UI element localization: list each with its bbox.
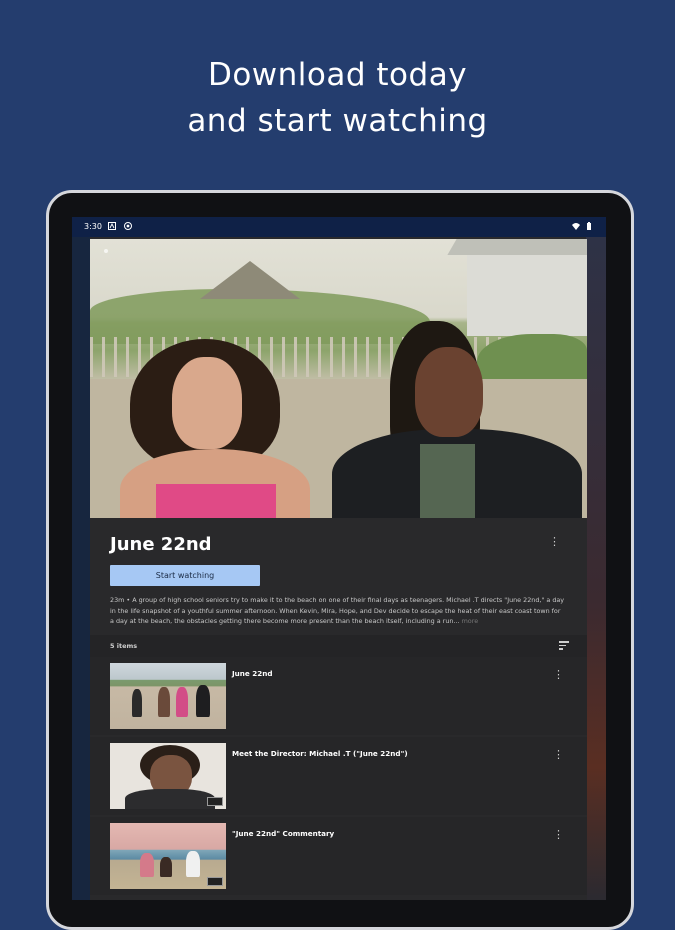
episode-title: June 22nd: [232, 669, 273, 678]
hero-house: [467, 251, 587, 336]
show-description-text: 23m • A group of high school seniors try…: [110, 596, 565, 625]
show-description: 23m • A group of high school seniors try…: [110, 595, 565, 627]
thumb-figure: [160, 857, 172, 877]
thumb-figure: [176, 687, 188, 717]
items-count: 5 items: [110, 642, 138, 650]
tablet-screen: 3:30 June 22nd ⋮ Start watching 23m • A …: [72, 217, 606, 900]
thumb-figure: [140, 853, 154, 877]
hero-image: [90, 239, 587, 518]
episode-row[interactable]: "June 22nd" Commentary ⋮: [90, 817, 587, 895]
promo-line-2: and start watching: [187, 103, 488, 139]
episode-row[interactable]: Meet the Director: Michael .T ("June 22n…: [90, 737, 587, 815]
hero-woman-face: [172, 357, 242, 449]
thumb-shirt: [125, 789, 215, 809]
beach-sunset-thumbnail: [110, 823, 226, 889]
description-more-link[interactable]: more: [462, 617, 479, 625]
notification-circle-icon: [124, 222, 132, 230]
director-portrait-thumbnail: [110, 743, 226, 809]
thumb-figure: [158, 687, 170, 717]
details-panel: June 22nd ⋮ Start watching 23m • A group…: [90, 518, 587, 900]
start-watching-button[interactable]: Start watching: [110, 565, 260, 586]
promo-headline: Download today and start watching: [0, 52, 675, 144]
hero-house-roof: [447, 239, 587, 255]
episode-more-options-icon[interactable]: ⋮: [553, 669, 564, 680]
notification-a-icon: [108, 222, 116, 230]
status-bar: 3:30: [72, 217, 606, 237]
episode-title: "June 22nd" Commentary: [232, 829, 335, 838]
backdrop-right-edge: [586, 237, 606, 900]
items-header: 5 items: [90, 635, 587, 657]
promo-line-1: Download today: [207, 57, 468, 93]
sort-icon[interactable]: [559, 641, 569, 650]
hero-man-face: [415, 347, 483, 437]
episode-row[interactable]: June 22nd ⋮: [90, 657, 587, 735]
backdrop-left-edge: [72, 237, 90, 900]
show-more-options-icon[interactable]: ⋮: [549, 536, 560, 547]
beach-group-thumbnail: [110, 663, 226, 729]
hero-woman-top: [156, 484, 276, 518]
sort-icon-line-3: [559, 648, 563, 650]
sort-icon-line-1: [559, 641, 569, 643]
show-title: June 22nd: [110, 534, 212, 555]
thumb-figure: [132, 689, 142, 717]
thumb-figure: [196, 685, 210, 717]
hero-dune: [200, 261, 300, 299]
hero-man-shirt: [420, 444, 475, 518]
episode-more-options-icon[interactable]: ⋮: [553, 749, 564, 760]
thumb-figure: [186, 851, 200, 877]
episode-title: Meet the Director: Michael .T ("June 22n…: [232, 749, 408, 758]
episode-more-options-icon[interactable]: ⋮: [553, 829, 564, 840]
thumbnail-badge: [207, 877, 223, 886]
status-time: 3:30: [84, 222, 102, 231]
hero-indicator-dot: [104, 249, 108, 253]
sort-icon-line-2: [559, 644, 566, 646]
wifi-icon: [572, 223, 580, 230]
battery-icon: [587, 222, 591, 230]
thumbnail-badge: [207, 797, 223, 806]
